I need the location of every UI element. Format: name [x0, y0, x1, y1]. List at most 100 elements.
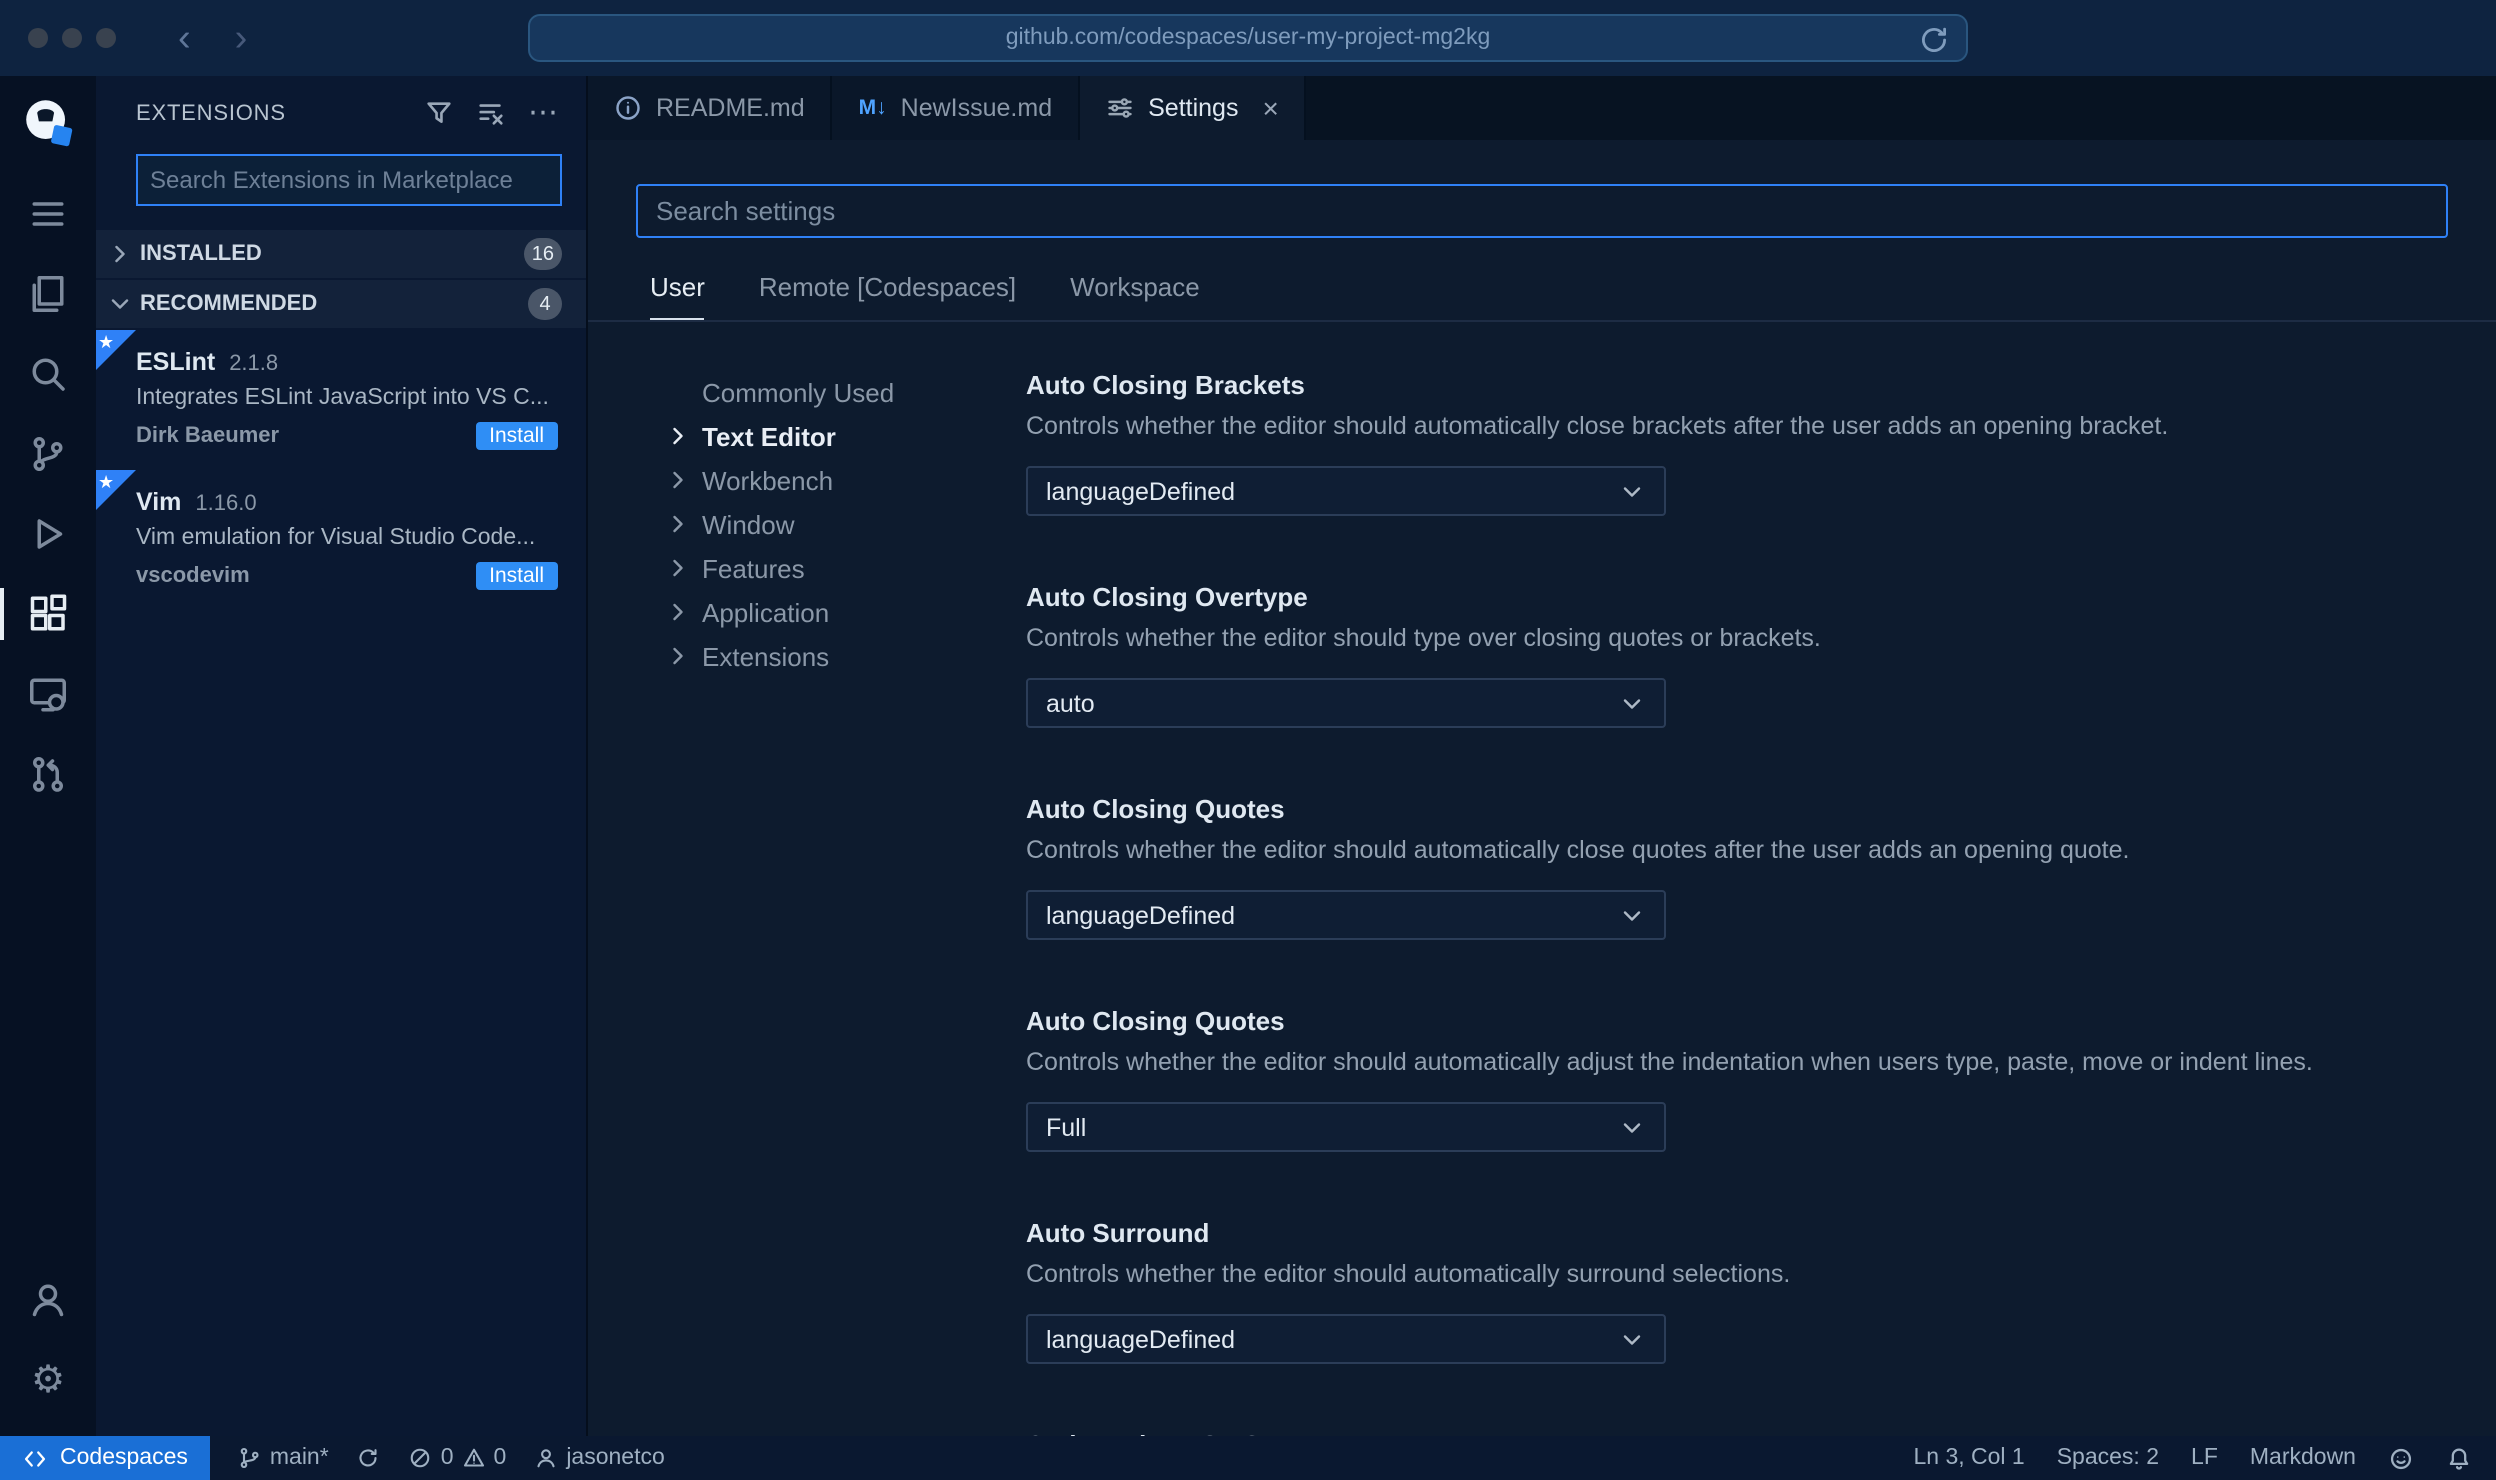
settings-search-input[interactable] — [656, 196, 2428, 226]
scope-tab-workspace[interactable]: Workspace — [1070, 272, 1200, 320]
section-installed[interactable]: INSTALLED 16 — [96, 230, 586, 278]
extensions-icon[interactable] — [0, 574, 96, 654]
section-recommended[interactable]: RECOMMENDED 4 — [96, 280, 586, 328]
setting-dropdown[interactable]: Full — [1026, 1102, 1666, 1152]
scope-tab-user[interactable]: User — [650, 272, 706, 320]
extension-list-item-vim[interactable]: ★ Vim 1.16.0 Vim emulation for Visual St… — [96, 470, 586, 610]
tab-settings[interactable]: Settings × — [1080, 76, 1307, 140]
chevron-down-icon — [1618, 689, 1646, 717]
toc-item-text-editor[interactable]: Text Editor — [664, 414, 1026, 458]
remote-explorer-icon[interactable] — [0, 654, 96, 734]
section-label: INSTALLED — [140, 242, 262, 266]
extension-description: Vim emulation for Visual Studio Code... — [136, 526, 536, 550]
window-maximize-button[interactable] — [96, 28, 116, 48]
manage-gear-icon[interactable]: ⚙ — [0, 1340, 96, 1420]
info-icon — [614, 94, 642, 122]
toc-item-extensions[interactable]: Extensions — [664, 634, 1026, 678]
indentation-item[interactable]: Spaces: 2 — [2057, 1446, 2159, 1470]
chevron-down-icon — [1618, 1113, 1646, 1141]
extension-version: 2.1.8 — [229, 352, 279, 376]
extension-list-item-eslint[interactable]: ★ ESLint 2.1.8 Integrates ESLint JavaScr… — [96, 330, 586, 470]
window-minimize-button[interactable] — [62, 28, 82, 48]
close-icon[interactable]: × — [1262, 94, 1278, 122]
user-status-item[interactable]: jasonetco — [534, 1446, 665, 1470]
setting-dropdown[interactable]: languageDefined — [1026, 466, 1666, 516]
clear-search-results-icon[interactable] — [476, 98, 506, 128]
pull-requests-icon[interactable] — [0, 734, 96, 814]
extension-version: 1.16.0 — [195, 492, 257, 516]
source-control-icon[interactable] — [0, 414, 96, 494]
problems-status-item[interactable]: 0 0 — [409, 1446, 506, 1470]
setting-description: Controls whether the editor should type … — [1026, 624, 1821, 652]
setting-description: Controls whether the editor should autom… — [1026, 836, 2130, 864]
browser-forward-button[interactable]: › — [213, 19, 270, 57]
editor-area: README.md M↓ NewIssue.md Settings × Sear… — [588, 76, 2496, 1436]
setting-auto-closing-overtype: Auto Closing Overtype Controls whether t… — [1026, 582, 2448, 728]
errors-icon — [409, 1446, 433, 1470]
menu-icon[interactable] — [0, 174, 96, 254]
app-main: ⚙ EXTENSIONS ⋯ Search Extensions in Mark… — [0, 76, 2496, 1436]
settings-search-box — [636, 184, 2448, 238]
settings-scope-tabs: User Remote [Codespaces] Workspace — [650, 272, 2448, 320]
dropdown-value: languageDefined — [1046, 901, 1236, 929]
setting-auto-closing-quotes: Auto Closing Quotes Controls whether the… — [1026, 794, 2448, 940]
setting-dropdown[interactable]: auto — [1026, 678, 1666, 728]
notifications-bell-icon[interactable] — [2446, 1445, 2472, 1471]
setting-auto-closing-brackets: Auto Closing Brackets Controls whether t… — [1026, 370, 2448, 516]
url-bar[interactable]: github.com/codespaces/user-my-project-mg… — [528, 14, 1968, 62]
branch-status-item[interactable]: main* — [238, 1446, 329, 1470]
tab-newissue[interactable]: M↓ NewIssue.md — [832, 76, 1081, 140]
toc-item-application[interactable]: Application — [664, 590, 1026, 634]
branch-icon — [238, 1446, 262, 1470]
setting-dropdown[interactable]: languageDefined — [1026, 890, 1666, 940]
language-mode-item[interactable]: Markdown — [2250, 1446, 2356, 1470]
setting-title: Auto Closing Quotes — [1026, 794, 1285, 824]
explorer-icon[interactable] — [0, 254, 96, 334]
search-icon[interactable] — [0, 334, 96, 414]
tab-label: Settings — [1148, 94, 1239, 122]
account-icon[interactable] — [0, 1260, 96, 1340]
scope-tab-remote[interactable]: Remote [Codespaces] — [759, 272, 1016, 320]
sidebar-header: EXTENSIONS ⋯ — [96, 76, 586, 146]
install-button[interactable]: Install — [475, 422, 558, 450]
cursor-position-item[interactable]: Ln 3, Col 1 — [1913, 1446, 2024, 1470]
toc-item-workbench[interactable]: Workbench — [664, 458, 1026, 502]
extensions-search-input[interactable] — [150, 166, 548, 194]
dropdown-value: languageDefined — [1046, 477, 1236, 505]
toc-item-window[interactable]: Window — [664, 502, 1026, 546]
sync-icon — [357, 1446, 381, 1470]
settings-editor: User Remote [Codespaces] Workspace Commo… — [588, 140, 2496, 1436]
tab-readme[interactable]: README.md — [588, 76, 833, 140]
recommended-star-icon: ★ — [96, 330, 136, 370]
refresh-icon[interactable] — [1918, 24, 1950, 56]
chevron-right-icon — [673, 647, 683, 665]
chevron-right-icon — [673, 471, 683, 489]
setting-title: Auto Closing Brackets — [1026, 370, 1305, 400]
chevron-right-icon — [673, 603, 683, 621]
install-button[interactable]: Install — [475, 562, 558, 590]
activity-bar: ⚙ — [0, 76, 96, 1436]
extensions-search-box — [136, 154, 562, 206]
browser-back-button[interactable]: ‹ — [156, 19, 213, 57]
setting-auto-indent: Auto Closing Quotes Controls whether the… — [1026, 1006, 2448, 1152]
setting-dropdown[interactable]: languageDefined — [1026, 1314, 1666, 1364]
status-bar-right: Ln 3, Col 1 Spaces: 2 LF Markdown — [1913, 1445, 2496, 1471]
toc-item-features[interactable]: Features — [664, 546, 1026, 590]
sync-status-item[interactable] — [357, 1446, 381, 1470]
extension-name: Vim — [136, 488, 182, 516]
run-and-debug-icon[interactable] — [0, 494, 96, 574]
section-label: RECOMMENDED — [140, 292, 318, 316]
branch-name: main* — [269, 1446, 329, 1470]
user-icon — [534, 1446, 558, 1470]
feedback-icon[interactable] — [2388, 1445, 2414, 1471]
extension-description: Integrates ESLint JavaScript into VS C..… — [136, 386, 549, 410]
filter-icon[interactable] — [424, 98, 454, 128]
codespaces-status-item[interactable]: Codespaces — [0, 1436, 210, 1480]
toc-item-commonly-used[interactable]: Commonly Used — [664, 370, 1026, 414]
github-logo-icon[interactable] — [21, 96, 75, 150]
settings-tune-icon — [1106, 94, 1134, 122]
window-close-button[interactable] — [28, 28, 48, 48]
extension-author: Dirk Baeumer — [136, 424, 280, 448]
more-actions-icon[interactable]: ⋯ — [528, 97, 558, 127]
eol-item[interactable]: LF — [2191, 1446, 2218, 1470]
